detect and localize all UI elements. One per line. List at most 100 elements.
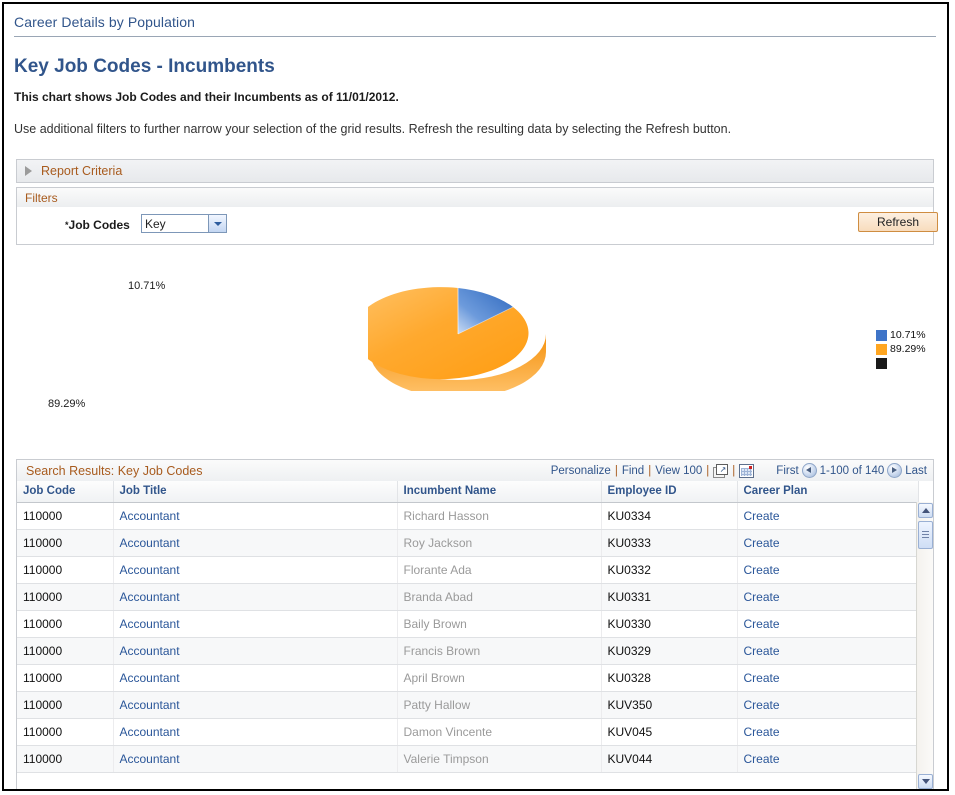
- breadcrumb[interactable]: Career Details by Population: [14, 14, 936, 37]
- pie-chart-svg: [368, 276, 548, 391]
- create-career-plan-link[interactable]: Create: [744, 698, 780, 712]
- report-criteria-label: Report Criteria: [41, 164, 122, 178]
- first-page-link[interactable]: First: [776, 465, 798, 477]
- cell-job-title: Accountant: [113, 665, 397, 692]
- job-title-link[interactable]: Accountant: [120, 698, 180, 712]
- cell-job-title: Accountant: [113, 584, 397, 611]
- page-header: Career Details by Population: [14, 14, 936, 37]
- column-header-job-code[interactable]: Job Code: [17, 481, 113, 503]
- create-career-plan-link[interactable]: Create: [744, 644, 780, 658]
- cell-job-code: 110000: [17, 611, 113, 638]
- table-row: 110000 Accountant Francis BrownKU0329 Creat…: [17, 638, 918, 665]
- page-range: 1-100 of 140: [820, 465, 885, 477]
- legend-item[interactable]: 89.29%: [876, 343, 946, 355]
- toolbar-separator: |: [732, 465, 735, 477]
- job-title-link[interactable]: Accountant: [120, 509, 180, 523]
- create-career-plan-link[interactable]: Create: [744, 563, 780, 577]
- cell-career-plan: Create: [737, 719, 918, 746]
- toolbar-separator: |: [706, 465, 709, 477]
- job-title-link[interactable]: Accountant: [120, 617, 180, 631]
- grid-vertical-scrollbar[interactable]: [916, 502, 933, 789]
- column-header-incumbent-name[interactable]: Incumbent Name: [397, 481, 601, 503]
- cell-career-plan: Create: [737, 530, 918, 557]
- cell-career-plan: Create: [737, 665, 918, 692]
- arrow-right-circle-icon[interactable]: [887, 463, 902, 478]
- job-title-link[interactable]: Accountant: [120, 752, 180, 766]
- job-title-link[interactable]: Accountant: [120, 725, 180, 739]
- create-career-plan-link[interactable]: Create: [744, 590, 780, 604]
- cell-employee-id: KU0333: [601, 530, 737, 557]
- legend-item[interactable]: 10.71%: [876, 329, 946, 341]
- create-career-plan-link[interactable]: Create: [744, 536, 780, 550]
- scroll-down-icon[interactable]: [918, 774, 933, 789]
- spreadsheet-icon[interactable]: [739, 464, 754, 478]
- last-page-link[interactable]: Last: [905, 465, 927, 477]
- view-100-link[interactable]: View 100: [655, 465, 702, 477]
- triangle-right-icon[interactable]: [25, 166, 32, 176]
- cell-career-plan: Create: [737, 503, 918, 530]
- cell-job-code: 110000: [17, 503, 113, 530]
- cell-career-plan: Create: [737, 638, 918, 665]
- table-row: 110000AccountantBranda AbadKU0331Create: [17, 584, 918, 611]
- cell-career-plan: Create: [737, 584, 918, 611]
- search-results-header: Search Results: Key Job Codes Personaliz…: [16, 459, 934, 481]
- toolbar-separator: |: [648, 465, 651, 477]
- cell-employee-id: KU0330: [601, 611, 737, 638]
- cell-incumbent-name: Valerie Timpson: [397, 746, 601, 773]
- page-title: Key Job Codes - Incumbents: [14, 56, 914, 78]
- create-career-plan-link[interactable]: Create: [744, 752, 780, 766]
- cell-career-plan: Create: [737, 557, 918, 584]
- scroll-up-icon[interactable]: [918, 503, 933, 518]
- job-title-link[interactable]: Accountant: [120, 644, 180, 658]
- filters-label: Filters: [25, 191, 58, 205]
- pie-slice-label-2: 89.29%: [48, 398, 85, 410]
- table-row: 110000AccountantValerie TimpsonKUV044Cre…: [17, 746, 918, 773]
- cell-job-title: Accountant: [113, 719, 397, 746]
- cell-incumbent-name: Damon Vincente: [397, 719, 601, 746]
- create-career-plan-link[interactable]: Create: [744, 509, 780, 523]
- job-title-link[interactable]: Accountant: [120, 590, 180, 604]
- filters-section-header: Filters: [16, 187, 934, 207]
- create-career-plan-link[interactable]: Create: [744, 725, 780, 739]
- job-codes-label-text: Job Codes: [69, 218, 130, 232]
- grid-toolbar: Personalize | Find | View 100 | ↗ | Firs…: [551, 463, 927, 478]
- cell-career-plan: Create: [737, 692, 918, 719]
- create-career-plan-link[interactable]: Create: [744, 617, 780, 631]
- arrow-left-circle-icon[interactable]: [802, 463, 817, 478]
- report-criteria-section[interactable]: Report Criteria: [16, 159, 934, 183]
- refresh-button[interactable]: Refresh: [858, 212, 938, 232]
- column-header-employee-id[interactable]: Employee ID: [601, 481, 737, 503]
- find-link[interactable]: Find: [622, 465, 644, 477]
- cell-job-code: 110000: [17, 692, 113, 719]
- cell-incumbent-name: Francis Brown: [397, 638, 601, 665]
- job-codes-selected-value: Key: [142, 217, 208, 231]
- results-table: Job Code Job Title Incumbent Name Employ…: [17, 481, 919, 773]
- filter-instructions: Use additional filters to further narrow…: [14, 122, 934, 136]
- new-window-icon[interactable]: ↗: [713, 464, 728, 478]
- legend-swatch-orange: [876, 344, 887, 355]
- cell-employee-id: KU0332: [601, 557, 737, 584]
- personalize-link[interactable]: Personalize: [551, 465, 611, 477]
- cell-employee-id: KU0329: [601, 638, 737, 665]
- cell-job-title: Accountant: [113, 557, 397, 584]
- pie-chart-region: 10.71% 89.29% 10.71% 89.29%: [16, 254, 934, 449]
- create-career-plan-link[interactable]: Create: [744, 671, 780, 685]
- chevron-down-icon[interactable]: [208, 215, 226, 232]
- cell-job-code: 110000: [17, 638, 113, 665]
- job-title-link[interactable]: Accountant: [120, 536, 180, 550]
- cell-job-code: 110000: [17, 746, 113, 773]
- scrollbar-thumb[interactable]: [918, 521, 933, 549]
- table-row: 110000AccountantRichard HassonKU0334Crea…: [17, 503, 918, 530]
- job-codes-select[interactable]: Key: [141, 214, 227, 233]
- column-header-job-title[interactable]: Job Title: [113, 481, 397, 503]
- job-title-link[interactable]: Accountant: [120, 671, 180, 685]
- search-results-grid: Job Code Job Title Incumbent Name Employ…: [16, 481, 934, 789]
- toolbar-separator: |: [615, 465, 618, 477]
- pie-chart[interactable]: [368, 276, 548, 391]
- column-header-career-plan[interactable]: Career Plan: [737, 481, 918, 503]
- cell-job-title: Accountant: [113, 503, 397, 530]
- cell-employee-id: KUV045: [601, 719, 737, 746]
- job-title-link[interactable]: Accountant: [120, 563, 180, 577]
- cell-incumbent-name: Baily Brown: [397, 611, 601, 638]
- legend-item[interactable]: [876, 357, 946, 369]
